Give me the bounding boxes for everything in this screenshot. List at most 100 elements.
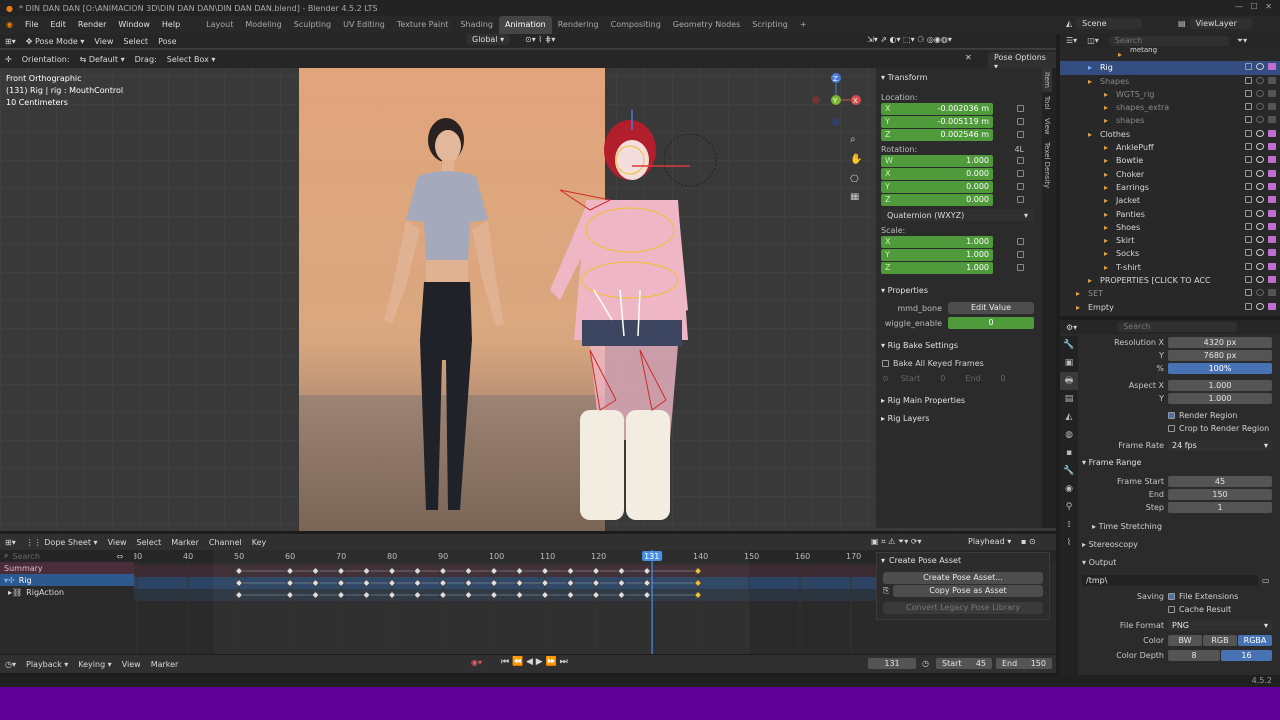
tab-animation[interactable]: Animation: [498, 16, 552, 34]
playback-controls[interactable]: ⏮ ⏪ ◀ ▶ ⏩ ⏭: [496, 657, 573, 667]
bake-all-row[interactable]: Bake All Keyed Frames: [876, 357, 1042, 369]
copy-pose-as-asset-button[interactable]: Copy Pose as Asset: [893, 585, 1043, 597]
render-camera-icon[interactable]: [1268, 76, 1276, 84]
record-icon[interactable]: ◉▾: [466, 658, 487, 667]
color-rgb-button[interactable]: RGB: [1203, 635, 1237, 646]
scale-y-field[interactable]: Y 1.000: [881, 248, 993, 261]
output-tab-icon[interactable]: 🖶: [1060, 372, 1078, 390]
view-layer-selector[interactable]: ▤ ViewLayer: [1178, 18, 1252, 29]
exclude-checkbox[interactable]: [1245, 249, 1252, 257]
eye-icon[interactable]: [1256, 169, 1264, 177]
expand-icon[interactable]: ▸: [1104, 181, 1108, 194]
visibility-toggles[interactable]: [1245, 209, 1276, 217]
render-tab-icon[interactable]: ▣: [1060, 354, 1078, 372]
tab-geometry-nodes[interactable]: Geometry Nodes: [667, 16, 746, 34]
scene-name[interactable]: Scene: [1076, 18, 1143, 29]
character-model[interactable]: [520, 110, 740, 530]
outliner-row[interactable]: ▸ Bowtie: [1060, 154, 1280, 167]
dope-editor-type-icon[interactable]: ⊞▾: [0, 538, 21, 547]
constraints-tab-icon[interactable]: ⚲: [1060, 498, 1078, 516]
color-bw-button[interactable]: BW: [1168, 635, 1202, 646]
lock-icon[interactable]: [1017, 131, 1024, 138]
exclude-checkbox[interactable]: [1245, 63, 1252, 71]
outliner-row[interactable]: ▸ shapes_extra: [1060, 101, 1280, 114]
expand-icon[interactable]: ▸: [1104, 247, 1108, 260]
time-stretching-header[interactable]: ▸ Time Stretching: [1082, 522, 1274, 536]
tab-uv-editing[interactable]: UV Editing: [337, 16, 391, 34]
menu-render[interactable]: Render: [72, 16, 112, 34]
tab-layout[interactable]: Layout: [200, 16, 239, 34]
outliner-row[interactable]: ▸ Rig: [1060, 61, 1280, 75]
eye-icon[interactable]: [1256, 236, 1264, 244]
rotation-y-field[interactable]: Y 0.000: [881, 180, 993, 193]
timeline-start-field[interactable]: Start 45: [936, 658, 992, 669]
tab-texture-paint[interactable]: Texture Paint: [391, 16, 455, 34]
rig-layers-section-header[interactable]: ▸ Rig Layers: [876, 412, 1042, 426]
scene-tab-icon[interactable]: ◭: [1060, 408, 1078, 426]
scene-selector[interactable]: ◭ Scene: [1066, 18, 1143, 29]
stereoscopy-header[interactable]: ▸ Stereoscopy: [1082, 540, 1274, 554]
visibility-toggles[interactable]: [1245, 196, 1276, 204]
viewport-menu-select[interactable]: Select: [118, 37, 153, 46]
lock-icon[interactable]: [1017, 118, 1024, 125]
lock-icon[interactable]: [1017, 105, 1024, 112]
tab-scripting[interactable]: Scripting: [746, 16, 794, 34]
properties-section-header[interactable]: ▾ Properties: [876, 284, 1042, 298]
render-camera-icon[interactable]: [1268, 63, 1276, 71]
rotation-lock-4l[interactable]: 4L: [1014, 145, 1024, 154]
tab-modeling[interactable]: Modeling: [239, 16, 287, 34]
render-camera-icon[interactable]: [1268, 302, 1276, 310]
outliner-row[interactable]: ▸ T-shirt: [1060, 261, 1280, 274]
eye-icon[interactable]: [1256, 116, 1264, 124]
visibility-toggles[interactable]: [1245, 89, 1276, 97]
tab-view[interactable]: View: [1042, 114, 1052, 139]
rig-main-section-header[interactable]: ▸ Rig Main Properties: [876, 394, 1042, 408]
resolution-y-field[interactable]: 7680 px: [1168, 350, 1272, 361]
modifiers-tab-icon[interactable]: 🔧: [1060, 462, 1078, 480]
location-z-field[interactable]: Z 0.002546 m: [881, 128, 993, 141]
menu-window[interactable]: Window: [112, 16, 156, 34]
transform-orientation-dropdown[interactable]: Global ▾: [466, 34, 511, 45]
exclude-checkbox[interactable]: [1245, 302, 1252, 310]
frame-step-field[interactable]: 1: [1168, 502, 1272, 513]
exclude-checkbox[interactable]: [1245, 103, 1252, 111]
render-camera-icon[interactable]: [1268, 289, 1276, 297]
frame-start-field[interactable]: 45: [1168, 476, 1272, 487]
expand-icon[interactable]: ▸: [1088, 128, 1092, 141]
visibility-toggles[interactable]: [1245, 156, 1276, 164]
eye-icon[interactable]: [1256, 156, 1264, 164]
exclude-checkbox[interactable]: [1245, 156, 1252, 164]
exclude-checkbox[interactable]: [1245, 129, 1252, 137]
visibility-toggles[interactable]: [1245, 116, 1276, 124]
exclude-checkbox[interactable]: [1245, 116, 1252, 124]
eye-icon[interactable]: [1256, 76, 1264, 84]
color-rgba-button[interactable]: RGBA: [1238, 635, 1272, 646]
eye-icon[interactable]: [1256, 103, 1264, 111]
expand-icon[interactable]: ▸: [1104, 101, 1108, 114]
viewport-menu-pose[interactable]: Pose: [153, 37, 182, 46]
expand-icon[interactable]: ▸: [1076, 301, 1080, 314]
tab-tool[interactable]: Tool: [1042, 92, 1052, 114]
aspect-x-field[interactable]: 1.000: [1168, 380, 1272, 391]
eye-icon[interactable]: [1256, 129, 1264, 137]
exclude-checkbox[interactable]: [1245, 143, 1252, 151]
outliner-row[interactable]: ▸ Jacket: [1060, 194, 1280, 207]
visibility-toggles[interactable]: [1245, 103, 1276, 111]
eye-icon[interactable]: [1256, 302, 1264, 310]
render-camera-icon[interactable]: [1268, 116, 1276, 124]
render-camera-icon[interactable]: [1268, 129, 1276, 137]
window-controls[interactable]: — ☐ ✕: [1235, 2, 1272, 11]
exclude-checkbox[interactable]: [1245, 236, 1252, 244]
navigation-gizmo[interactable]: Z X Y ⌕ ✋ ⎔ ▦: [808, 70, 864, 200]
playback-menu[interactable]: Playback ▾: [21, 660, 73, 669]
bake-end-value[interactable]: 0: [1001, 374, 1006, 383]
expand-icon[interactable]: ▸: [1088, 274, 1092, 287]
keying-menu[interactable]: Keying ▾: [73, 660, 116, 669]
outliner-row[interactable]: ▸ Panties: [1060, 208, 1280, 221]
viewport-menu-view[interactable]: View: [89, 37, 118, 46]
timeline-view-menu[interactable]: View: [117, 660, 146, 669]
aspect-y-field[interactable]: 1.000: [1168, 393, 1272, 404]
pose-mode-dropdown[interactable]: ✥ Pose Mode ▾: [21, 37, 90, 46]
color-depth-16-button[interactable]: 16: [1221, 650, 1272, 661]
rotation-w-field[interactable]: W 1.000: [881, 154, 993, 167]
